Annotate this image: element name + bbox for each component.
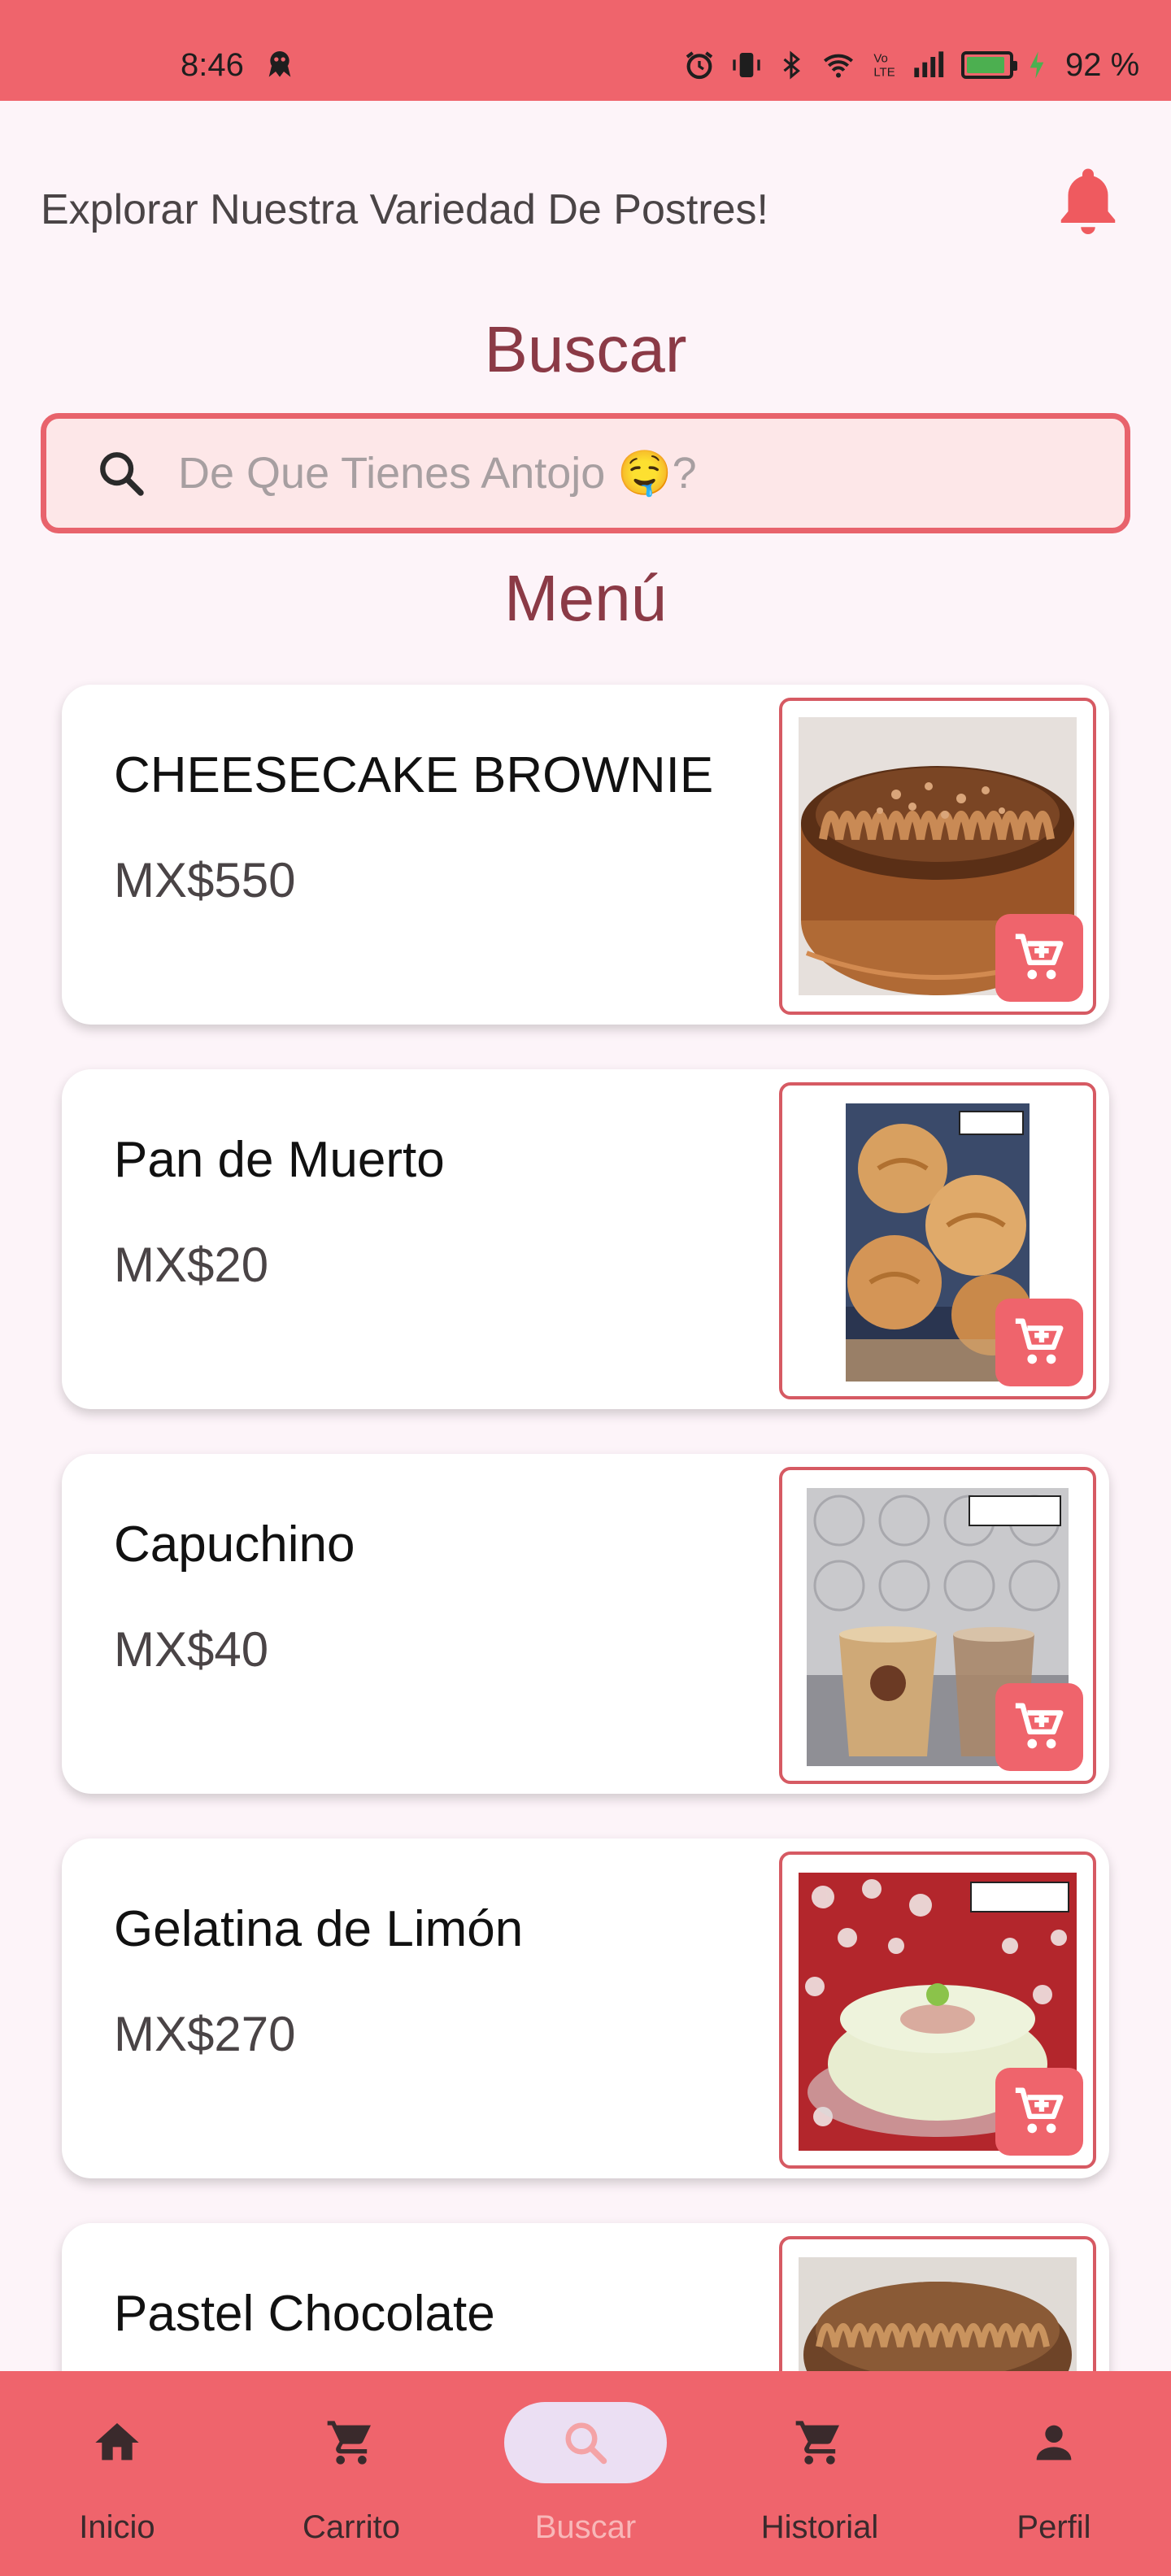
nav-label: Perfil <box>1016 2509 1091 2545</box>
product-price: MX$40 <box>114 1622 269 1677</box>
product-image-frame <box>779 1082 1096 1399</box>
product-card[interactable]: Pan de Muerto MX$20 <box>62 1069 1109 1409</box>
add-cart-icon <box>1015 1318 1064 1364</box>
nav-pill <box>738 2402 901 2483</box>
cart-icon <box>795 2421 839 2465</box>
bottom-navigation: Inicio Carrito Buscar Historial Perfil <box>0 2371 1171 2576</box>
product-card[interactable]: CHEESECAKE BROWNIE MX$550 <box>62 685 1109 1025</box>
add-to-cart-button[interactable] <box>995 2068 1083 2156</box>
product-card[interactable]: Gelatina de Limón MX$270 <box>62 1838 1109 2178</box>
product-price: MX$270 <box>114 2007 296 2061</box>
product-name: Capuchino <box>114 1516 355 1573</box>
nav-pill <box>270 2402 433 2483</box>
nav-label: Historial <box>760 2509 879 2545</box>
product-name: Gelatina de Limón <box>114 1901 524 1957</box>
product-card[interactable]: Capuchino MX$40 <box>62 1454 1109 1794</box>
person-icon <box>1036 2425 1072 2461</box>
nav-item-carrito[interactable]: Carrito <box>234 2371 468 2576</box>
add-cart-icon <box>1015 933 1064 980</box>
nav-pill <box>36 2402 198 2483</box>
nav-item-historial[interactable]: Historial <box>703 2371 937 2576</box>
nav-item-perfil[interactable]: Perfil <box>937 2371 1171 2576</box>
pastel-chocolate-image <box>799 2257 1077 2371</box>
cart-icon <box>327 2421 371 2465</box>
nav-label: Inicio <box>79 2509 155 2545</box>
product-list: CHEESECAKE BROWNIE MX$550 Pan de Muerto … <box>0 0 1171 2371</box>
add-to-cart-button[interactable] <box>995 1299 1083 1386</box>
product-card[interactable]: Pastel Chocolate <box>62 2223 1109 2371</box>
nav-pill <box>973 2402 1135 2483</box>
product-name: Pastel Chocolate <box>114 2286 495 2342</box>
add-cart-icon <box>1015 2087 1064 2134</box>
product-name: CHEESECAKE BROWNIE <box>114 747 714 803</box>
nav-label: Buscar <box>534 2509 637 2545</box>
add-cart-icon <box>1015 1703 1064 1749</box>
add-to-cart-button[interactable] <box>995 914 1083 1002</box>
product-price: MX$20 <box>114 1238 269 1292</box>
product-name: Pan de Muerto <box>114 1132 445 1188</box>
search-icon <box>565 2422 607 2465</box>
nav-item-inicio[interactable]: Inicio <box>0 2371 234 2576</box>
add-to-cart-button[interactable] <box>995 1683 1083 1771</box>
home-icon <box>95 2423 139 2461</box>
nav-item-buscar[interactable]: Buscar <box>468 2371 703 2576</box>
product-image-frame <box>779 1467 1096 1784</box>
nav-label: Carrito <box>302 2509 401 2545</box>
product-price: MX$550 <box>114 853 296 907</box>
product-image-frame <box>779 1852 1096 2169</box>
product-image-frame <box>779 2236 1096 2371</box>
nav-pill-active <box>504 2402 667 2483</box>
product-image-frame <box>779 698 1096 1015</box>
